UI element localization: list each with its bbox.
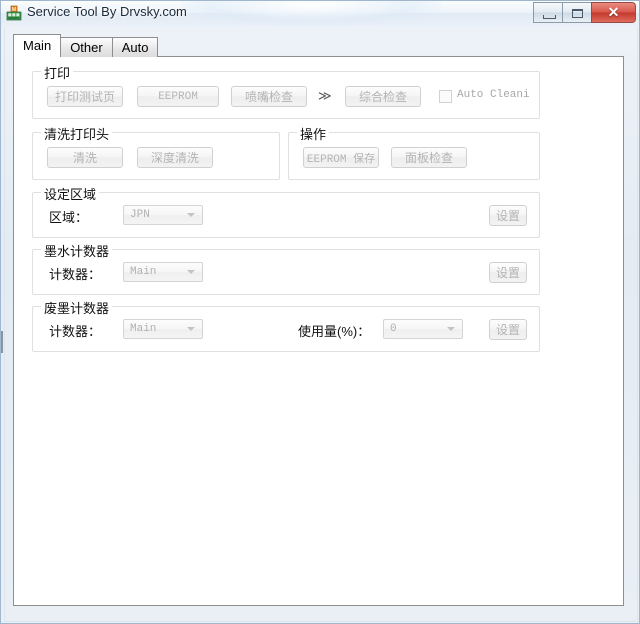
group-waste-ink-counter: 废墨计数器 计数器： Main 使用量(%)： 0 设置 xyxy=(32,306,540,352)
group-operation-title: 操作 xyxy=(297,124,329,143)
tab-main[interactable]: Main xyxy=(13,34,61,57)
window-left-edge-accent xyxy=(1,331,3,353)
close-icon: ✕ xyxy=(592,3,635,22)
group-clean-print-head-title: 清洗打印头 xyxy=(41,124,112,143)
region-set-button[interactable]: 设置 xyxy=(489,205,527,226)
group-print-title: 打印 xyxy=(41,63,73,82)
title-bar-glow xyxy=(181,1,441,25)
title-bar: M Service Tool By Drvsky.com ✕ xyxy=(1,1,639,26)
waste-ink-counter-combo[interactable]: Main xyxy=(123,319,203,339)
tab-panel-main: 打印 打印测试页 EEPROM 喷嘴检查 ≫ 综合检查 Auto Cleani … xyxy=(13,56,624,606)
nozzle-check-button[interactable]: 喷嘴检查 xyxy=(231,86,307,107)
window-control-buttons: ✕ xyxy=(533,2,636,23)
group-print: 打印 打印测试页 EEPROM 喷嘴检查 ≫ 综合检查 Auto Cleani xyxy=(32,71,540,119)
auto-cleaning-label: Auto Cleani xyxy=(457,89,530,101)
ink-counter-combo-value: Main xyxy=(130,263,156,281)
deep-clean-button[interactable]: 深度清洗 xyxy=(137,147,213,168)
waste-ink-usage-combo-value: 0 xyxy=(390,320,397,338)
ink-counter-field-label: 计数器： xyxy=(49,264,101,283)
region-combo[interactable]: JPN xyxy=(123,205,203,225)
auto-cleaning-label-clip: Auto Cleani xyxy=(457,89,539,105)
auto-cleaning-checkbox[interactable] xyxy=(439,90,452,103)
region-field-label: 区域： xyxy=(49,207,88,226)
maximize-button[interactable] xyxy=(562,2,591,23)
ink-counter-set-button[interactable]: 设置 xyxy=(489,262,527,283)
application-window: M Service Tool By Drvsky.com ✕ Main Othe… xyxy=(0,0,640,624)
waste-ink-usage-label: 使用量(%)： xyxy=(298,321,370,340)
panel-check-button[interactable]: 面板检查 xyxy=(391,147,467,168)
tab-other[interactable]: Other xyxy=(60,37,113,57)
waste-ink-counter-combo-value: Main xyxy=(130,320,156,338)
chevron-down-icon xyxy=(187,327,195,331)
group-operation: 操作 EEPROM 保存 面板检查 xyxy=(288,132,540,180)
tab-auto[interactable]: Auto xyxy=(112,37,159,57)
chevron-down-icon xyxy=(187,213,195,217)
waste-ink-counter-set-button[interactable]: 设置 xyxy=(489,319,527,340)
eeprom-save-button[interactable]: EEPROM 保存 xyxy=(303,147,379,168)
app-icon: M xyxy=(6,5,22,21)
group-waste-ink-counter-title: 废墨计数器 xyxy=(41,298,112,317)
waste-ink-counter-field-label: 计数器： xyxy=(49,321,101,340)
minimize-button[interactable] xyxy=(533,2,562,23)
clean-button[interactable]: 清洗 xyxy=(47,147,123,168)
chevron-down-icon xyxy=(447,327,455,331)
group-clean-print-head: 清洗打印头 清洗 深度清洗 xyxy=(32,132,280,180)
comprehensive-check-button[interactable]: 综合检查 xyxy=(345,86,421,107)
forward-arrows-icon: ≫ xyxy=(318,88,331,104)
group-region-setting: 设定区域 区域： JPN 设置 xyxy=(32,192,540,238)
group-ink-counter: 墨水计数器 计数器： Main 设置 xyxy=(32,249,540,295)
region-combo-value: JPN xyxy=(130,206,150,224)
print-test-page-button[interactable]: 打印测试页 xyxy=(47,86,123,107)
eeprom-button[interactable]: EEPROM xyxy=(137,86,219,107)
minimize-icon xyxy=(543,15,556,19)
window-title: Service Tool By Drvsky.com xyxy=(27,4,187,19)
ink-counter-combo[interactable]: Main xyxy=(123,262,203,282)
tab-strip: Main Other Auto xyxy=(13,35,157,57)
close-button[interactable]: ✕ xyxy=(591,2,636,23)
chevron-down-icon xyxy=(187,270,195,274)
group-ink-counter-title: 墨水计数器 xyxy=(41,241,112,260)
maximize-icon xyxy=(572,9,583,18)
group-region-setting-title: 设定区域 xyxy=(41,184,99,203)
waste-ink-usage-combo[interactable]: 0 xyxy=(383,319,463,339)
